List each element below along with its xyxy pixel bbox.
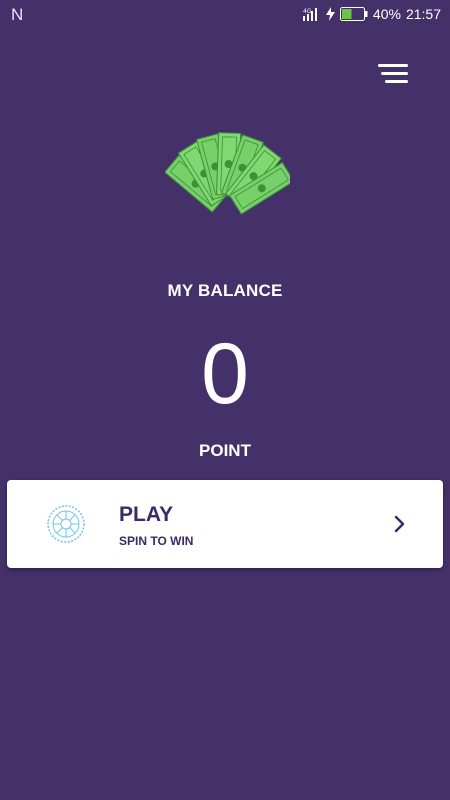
notification-icon: N — [11, 5, 24, 24]
clock: 21:57 — [405, 6, 441, 22]
point-label: POINT — [199, 441, 251, 460]
status-icons: 4G 40% 21:57 — [302, 6, 441, 22]
balance-value: 0 — [201, 326, 249, 422]
signal-icon: 4G — [302, 8, 317, 21]
battery-percent: 40% — [372, 6, 401, 22]
svg-text:4G: 4G — [303, 8, 312, 15]
battery-icon — [339, 7, 368, 21]
play-subtitle: SPIN TO WIN — [119, 534, 194, 548]
charging-icon — [325, 7, 335, 21]
money-icon — [165, 132, 290, 215]
play-card[interactable]: PLAY SPIN TO WIN — [7, 480, 443, 568]
wheel-icon — [47, 505, 85, 543]
play-title: PLAY — [119, 503, 174, 526]
menu-icon[interactable] — [378, 62, 410, 86]
balance-label: MY BALANCE — [167, 281, 283, 300]
chevron-right-icon — [394, 515, 405, 533]
status-bar: N 4G 40% 21:57 — [0, 0, 450, 32]
